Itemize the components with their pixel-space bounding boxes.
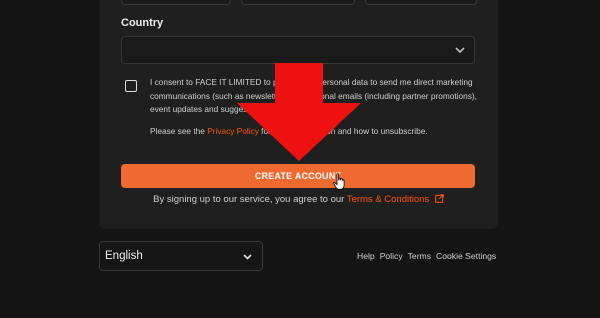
hand-cursor-icon <box>333 173 345 190</box>
red-down-arrow-icon <box>237 63 361 161</box>
footer-link-policy[interactable]: Policy <box>380 251 403 261</box>
country-label: Country <box>121 17 164 29</box>
footer-link-cookie-settings[interactable]: Cookie Settings <box>436 251 496 261</box>
language-label: English <box>105 250 143 262</box>
create-account-label: CREATE ACCOUNT <box>254 171 342 181</box>
terms-conditions-link[interactable]: Terms & Conditions <box>347 194 429 205</box>
create-account-button[interactable]: CREATE ACCOUNT <box>121 164 475 188</box>
footer-link-help[interactable]: Help <box>357 251 375 261</box>
input-field-partial[interactable] <box>241 0 355 5</box>
consent-checkbox[interactable] <box>125 80 137 92</box>
input-field-partial[interactable] <box>121 0 231 5</box>
external-link-icon[interactable] <box>435 194 444 203</box>
footer-links: Help Policy Terms Cookie Settings <box>357 251 496 261</box>
input-field-partial[interactable] <box>365 0 477 5</box>
top-input-row <box>121 0 477 5</box>
privacy-prefix: Please see the <box>150 126 208 136</box>
chevron-down-icon <box>455 47 465 54</box>
language-select[interactable]: English <box>99 241 263 271</box>
footer-link-terms[interactable]: Terms <box>408 251 431 261</box>
chevron-down-icon <box>243 254 252 260</box>
signup-prefix: By signing up to our service, you agree … <box>153 194 347 205</box>
signup-terms-note: By signing up to our service, you agree … <box>99 194 498 205</box>
country-select[interactable] <box>121 36 475 64</box>
